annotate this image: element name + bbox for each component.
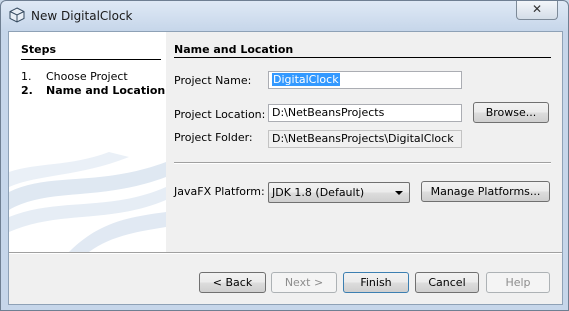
javafx-platform-label: JavaFX Platform:	[174, 185, 265, 198]
manage-platforms-button[interactable]: Manage Platforms...	[421, 181, 550, 202]
javafx-platform-select[interactable]: JDK 1.8 (Default)	[268, 182, 410, 203]
step-label: Choose Project	[46, 70, 128, 83]
step-choose-project: 1. Choose Project	[21, 70, 128, 83]
project-location-label: Project Location:	[174, 108, 266, 121]
footer-separator	[9, 252, 562, 254]
steps-divider	[21, 59, 161, 60]
project-name-value: DigitalClock	[272, 73, 340, 86]
step-number: 1.	[21, 70, 32, 83]
project-name-field[interactable]: DigitalClock	[268, 71, 462, 89]
project-folder-label: Project Folder:	[174, 131, 253, 144]
step-name-and-location: 2. Name and Location	[21, 84, 165, 97]
project-name-label: Project Name:	[174, 74, 252, 87]
project-folder-field[interactable]: D:\NetBeansProjects\DigitalClock	[268, 130, 462, 148]
finish-button[interactable]: Finish	[343, 272, 409, 293]
close-button[interactable]: ✕	[516, 1, 558, 20]
title-bar[interactable]: New DigitalClock ✕	[1, 1, 568, 31]
window-title: New DigitalClock	[31, 9, 133, 23]
dialog-client-area: Steps 1. Choose Project 2. Name and Locati…	[8, 31, 563, 305]
steps-title: Steps	[21, 43, 57, 56]
browse-button[interactable]: Browse...	[473, 102, 549, 123]
close-icon: ✕	[531, 2, 543, 16]
back-button[interactable]: < Back	[199, 272, 266, 293]
javafx-platform-value: JDK 1.8 (Default)	[272, 186, 365, 199]
dialog-window: New DigitalClock ✕ Steps 1. Choose Projec…	[0, 0, 569, 311]
step-number: 2.	[21, 84, 33, 97]
cancel-button[interactable]: Cancel	[415, 272, 479, 293]
next-button[interactable]: Next >	[271, 272, 337, 293]
section-divider	[174, 57, 551, 58]
section-title: Name and Location	[174, 43, 294, 56]
netbeans-cube-icon	[9, 7, 25, 23]
chevron-down-icon	[395, 191, 403, 195]
help-button[interactable]: Help	[486, 272, 550, 293]
project-location-field[interactable]: D:\NetBeansProjects	[268, 104, 462, 122]
step-label: Name and Location	[46, 84, 166, 97]
steps-panel: Steps 1. Choose Project 2. Name and Locati…	[9, 32, 166, 252]
form-separator	[174, 162, 551, 164]
decorative-swoosh	[9, 152, 166, 252]
